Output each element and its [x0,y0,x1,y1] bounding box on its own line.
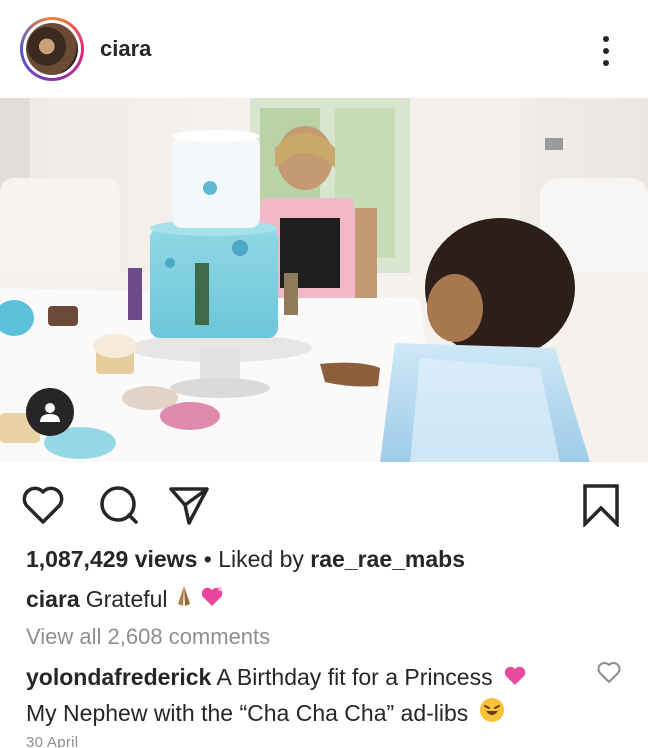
bookmark-icon[interactable] [578,482,624,528]
sparkling-heart-icon [200,585,224,613]
separator: • [203,546,212,572]
post-photo[interactable] [0,98,648,462]
small-heart-icon[interactable] [596,660,622,684]
liked-by-user[interactable]: rae_rae_mabs [310,546,465,572]
post-username[interactable]: ciara [100,36,151,62]
user-tag-icon[interactable] [26,388,74,436]
comment-text-line2: My Nephew with the “Cha Cha Cha” ad-libs [26,700,469,727]
more-options-icon[interactable] [602,36,610,66]
caption-username[interactable]: ciara [26,586,80,613]
heart-icon[interactable] [20,482,66,528]
post-header: ciara [0,0,648,98]
caption-text: Grateful [85,585,168,612]
views-line: 1,087,429 views • Liked by rae_rae_mabs [26,546,465,573]
caption-line: ciara Grateful [26,584,224,614]
liked-by-label: Liked by [218,546,304,572]
heart-emoji-icon [503,661,527,696]
comment-text-line1: A Birthday fit for a Princess [216,664,493,690]
avatar-image [26,23,78,75]
comment-username[interactable]: yolondafrederick [26,664,211,690]
post-image [0,98,648,462]
views-count: 1,087,429 views [26,546,198,572]
send-icon[interactable] [166,482,212,528]
post-date: 30 April [26,734,79,748]
profile-avatar[interactable] [20,17,84,81]
laughing-face-icon [479,697,505,733]
praying-hands-icon [172,584,196,614]
action-bar [0,470,648,532]
comment-item: yolondafrederick A Birthday fit for a Pr… [26,660,586,733]
view-all-comments-link[interactable]: View all 2,608 comments [26,624,270,650]
comment-icon[interactable] [96,482,142,528]
